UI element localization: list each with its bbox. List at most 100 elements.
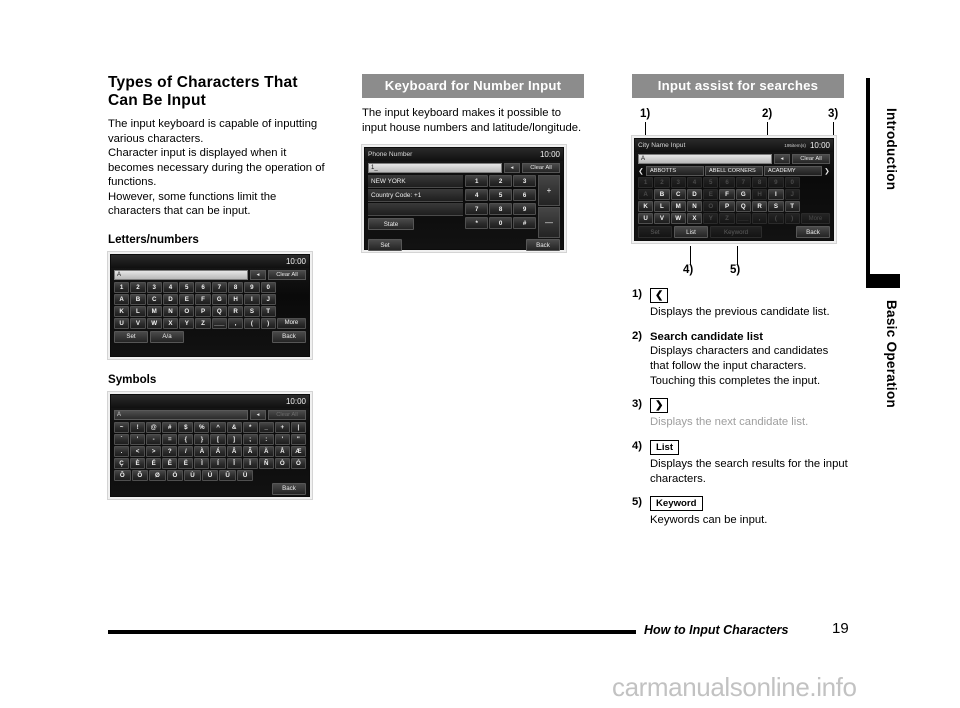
key[interactable]: Ô — [114, 469, 131, 481]
key[interactable]: 0 — [489, 217, 513, 230]
sidebar-tab-basic-operation[interactable]: Basic Operation — [884, 300, 899, 408]
key[interactable]: { — [178, 433, 194, 445]
back-button[interactable]: Back — [796, 226, 830, 238]
key[interactable]: | — [290, 421, 306, 433]
key[interactable]: $ — [178, 421, 194, 433]
back-button[interactable]: Back — [526, 239, 560, 252]
back-button[interactable]: Back — [272, 482, 306, 495]
key[interactable]: 0 — [260, 281, 276, 293]
key[interactable]: ~ — [114, 421, 130, 433]
key[interactable]: B — [654, 189, 670, 200]
key[interactable]: Â — [226, 445, 242, 457]
key[interactable]: Õ — [131, 469, 149, 481]
key[interactable]: 9 — [513, 203, 537, 216]
key[interactable]: V — [654, 213, 670, 224]
key[interactable]: 7 — [465, 203, 489, 216]
key[interactable]: R — [227, 305, 244, 317]
key[interactable]: Ä — [258, 445, 274, 457]
key[interactable]: S — [244, 305, 260, 317]
candidate-item[interactable]: ABELL CORNERS — [705, 165, 763, 176]
key[interactable]: * — [242, 421, 258, 433]
key[interactable]: @ — [146, 421, 162, 433]
key[interactable]: W — [670, 213, 686, 224]
letters-text-input[interactable]: A — [114, 269, 248, 280]
candidate-item[interactable]: ACADEMY — [764, 165, 822, 176]
key[interactable]: B — [130, 293, 146, 305]
key[interactable]: T — [784, 201, 800, 212]
key[interactable]: 8 — [489, 203, 513, 216]
key[interactable]: 5 — [489, 189, 513, 202]
plus-key[interactable]: + — [538, 175, 560, 207]
key[interactable]: Ü — [236, 469, 254, 481]
symbols-text-input[interactable]: A — [114, 409, 248, 420]
key[interactable]: 2 — [130, 281, 146, 293]
key[interactable]: < — [130, 445, 146, 457]
key[interactable]: J — [260, 293, 276, 305]
key[interactable]: F — [195, 293, 211, 305]
key[interactable]: C — [670, 189, 686, 200]
key[interactable]: Å — [274, 445, 290, 457]
key[interactable]: = — [162, 433, 178, 445]
key[interactable]: Û — [219, 469, 236, 481]
key[interactable]: ' — [274, 433, 290, 445]
key[interactable]: ` — [114, 433, 130, 445]
key[interactable]: } — [194, 433, 210, 445]
key[interactable]: 1 — [465, 175, 489, 188]
chevron-right-icon[interactable]: ❯ — [823, 166, 831, 176]
key[interactable]: K — [638, 201, 654, 212]
key[interactable]: / — [178, 445, 194, 457]
letters-clear-all-button[interactable]: Clear All — [268, 269, 306, 280]
key[interactable]: W — [146, 317, 162, 329]
key[interactable]: ( — [244, 317, 260, 329]
back-button[interactable]: Back — [272, 330, 306, 343]
key[interactable]: Ó — [290, 457, 306, 469]
key[interactable]: V — [130, 317, 146, 329]
key[interactable]: S — [768, 201, 784, 212]
key[interactable]: Î — [226, 457, 242, 469]
key[interactable]: L — [654, 201, 670, 212]
key[interactable]: X — [686, 213, 703, 224]
key[interactable]: I — [244, 293, 260, 305]
key[interactable]: ? — [162, 445, 178, 457]
number-clear-all-button[interactable]: Clear All — [522, 163, 560, 174]
key[interactable]: & — [226, 421, 242, 433]
key[interactable]: Ù — [184, 469, 201, 481]
key[interactable]: F — [719, 189, 735, 200]
candidate-item[interactable]: ABBOTTS — [646, 165, 704, 176]
key[interactable]: H — [227, 293, 244, 305]
key[interactable]: G — [211, 293, 227, 305]
key[interactable]: Ò — [274, 457, 290, 469]
key[interactable]: 9 — [244, 281, 260, 293]
key[interactable]: T — [260, 305, 276, 317]
key[interactable]: * — [465, 217, 489, 230]
key[interactable]: É — [146, 457, 162, 469]
key[interactable]: + — [274, 421, 290, 433]
keyword-button[interactable]: Keyword — [710, 226, 762, 238]
key[interactable]: C — [146, 293, 162, 305]
key[interactable]: ) — [260, 317, 276, 329]
key[interactable]: Ö — [166, 469, 184, 481]
case-toggle-button[interactable]: A/a — [150, 330, 184, 343]
key[interactable]: . — [114, 445, 130, 457]
key[interactable]: : — [258, 433, 274, 445]
key[interactable]: " — [290, 433, 306, 445]
key[interactable]: Ì — [194, 457, 210, 469]
backspace-arrow-icon[interactable]: ◂ — [774, 154, 790, 164]
key[interactable]: ! — [130, 421, 146, 433]
key[interactable]: 3 — [146, 281, 162, 293]
key[interactable]: I — [768, 189, 784, 200]
list-item[interactable] — [368, 203, 464, 217]
key[interactable]: 1 — [114, 281, 130, 293]
key[interactable]: N — [162, 305, 179, 317]
set-button[interactable]: Set — [114, 330, 148, 343]
key[interactable]: P — [195, 305, 211, 317]
key[interactable]: ] — [226, 433, 242, 445]
key[interactable]: % — [194, 421, 210, 433]
key[interactable]: Ï — [242, 457, 258, 469]
sidebar-tab-introduction[interactable]: Introduction — [884, 108, 899, 190]
key[interactable]: R — [751, 201, 768, 212]
key[interactable]: Y — [179, 317, 195, 329]
backspace-arrow-icon[interactable]: ◂ — [250, 269, 266, 280]
key[interactable]: 4 — [465, 189, 489, 202]
key[interactable]: Í — [210, 457, 226, 469]
